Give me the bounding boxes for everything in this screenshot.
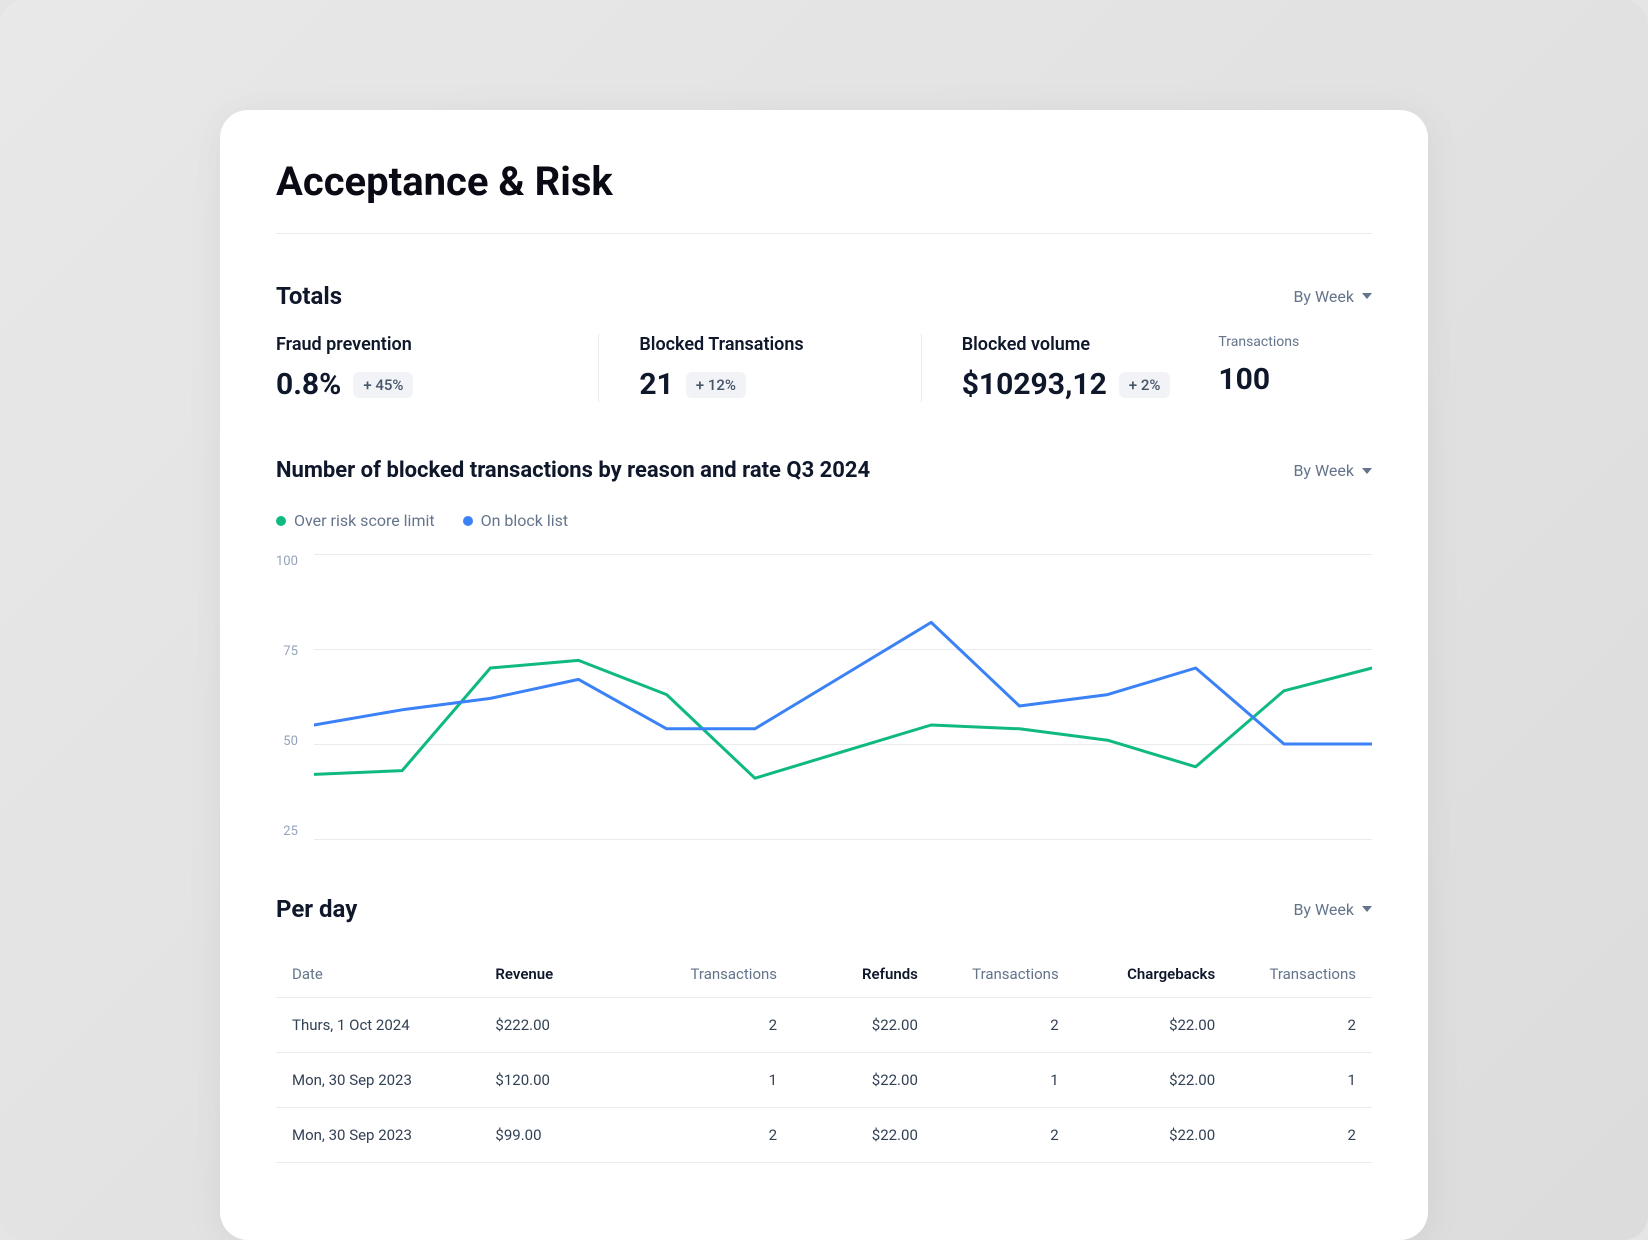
td-rev_tx: 1 <box>636 1071 777 1089</box>
th-cb-tx: Transactions <box>1215 965 1356 983</box>
th-rev-tx: Transactions <box>636 965 777 983</box>
stat-value: 100 <box>1218 362 1299 397</box>
chevron-down-icon <box>1362 906 1372 912</box>
td-chargebacks: $22.00 <box>1059 1016 1215 1034</box>
td-refunds: $22.00 <box>777 1071 918 1089</box>
chart-title: Number of blocked transactions by reason… <box>276 458 870 483</box>
per-day-title: Per day <box>276 895 357 923</box>
td-chargebacks: $22.00 <box>1059 1071 1215 1089</box>
totals-title: Totals <box>276 282 342 310</box>
chart-area <box>314 554 1372 839</box>
td-revenue: $222.00 <box>495 1016 636 1034</box>
stat-value: $10293,12 <box>962 367 1107 402</box>
td-date: Mon, 30 Sep 2023 <box>292 1071 495 1089</box>
stat-label: Blocked Transations <box>639 334 880 355</box>
y-tick: 100 <box>276 554 298 569</box>
th-date: Date <box>292 965 495 983</box>
stat-label: Blocked volume <box>962 334 1171 355</box>
y-axis: 100 75 50 25 <box>276 554 298 839</box>
table-header: Date Revenue Transactions Refunds Transa… <box>276 951 1372 998</box>
td-revenue: $99.00 <box>495 1126 636 1144</box>
dropdown-label: By Week <box>1293 461 1354 480</box>
td-rev_tx: 2 <box>636 1016 777 1034</box>
td-revenue: $120.00 <box>495 1071 636 1089</box>
per-day-table: Date Revenue Transactions Refunds Transa… <box>276 951 1372 1163</box>
td-ref_tx: 1 <box>918 1071 1059 1089</box>
totals-dropdown[interactable]: By Week <box>1293 287 1372 306</box>
td-date: Thurs, 1 Oct 2024 <box>292 1016 495 1034</box>
td-refunds: $22.00 <box>777 1016 918 1034</box>
stat-value: 0.8% <box>276 367 341 402</box>
legend-label: On block list <box>481 511 569 530</box>
transactions-stat: Transactions 100 <box>1218 334 1299 397</box>
chart-legend: Over risk score limit On block list <box>276 511 1372 530</box>
td-chargebacks: $22.00 <box>1059 1126 1215 1144</box>
legend-dot-icon <box>276 516 286 526</box>
table-row: Mon, 30 Sep 2023$120.001$22.001$22.001 <box>276 1053 1372 1108</box>
per-day-dropdown[interactable]: By Week <box>1293 900 1372 919</box>
th-revenue: Revenue <box>495 965 636 983</box>
stat-delta: + 45% <box>353 372 413 398</box>
table-row: Thurs, 1 Oct 2024$222.002$22.002$22.002 <box>276 998 1372 1053</box>
blocked-transactions-stat: Blocked Transations 21 + 12% <box>598 334 920 402</box>
chevron-down-icon <box>1362 293 1372 299</box>
blocked-volume-stat: Blocked volume $10293,12 + 2% Transactio… <box>921 334 1372 402</box>
stat-label: Fraud prevention <box>276 334 558 355</box>
page-title: Acceptance & Risk <box>276 158 1372 205</box>
line-chart <box>314 554 1372 839</box>
fraud-prevention-stat: Fraud prevention 0.8% + 45% <box>276 334 598 402</box>
chart-line-over-risk-score-limit <box>314 660 1372 778</box>
chevron-down-icon <box>1362 468 1372 474</box>
y-tick: 75 <box>276 644 298 659</box>
legend-item-over-risk: Over risk score limit <box>276 511 435 530</box>
dropdown-label: By Week <box>1293 287 1354 306</box>
stat-delta: + 12% <box>686 372 746 398</box>
th-chargebacks: Chargebacks <box>1059 965 1215 983</box>
dashboard-card: Acceptance & Risk Totals By Week Fraud p… <box>220 110 1428 1240</box>
totals-grid: Fraud prevention 0.8% + 45% Blocked Tran… <box>276 334 1372 402</box>
th-refunds: Refunds <box>777 965 918 983</box>
td-cb_tx: 2 <box>1215 1016 1356 1034</box>
table-row: Mon, 30 Sep 2023$99.002$22.002$22.002 <box>276 1108 1372 1163</box>
legend-dot-icon <box>463 516 473 526</box>
divider <box>276 233 1372 234</box>
td-rev_tx: 2 <box>636 1126 777 1144</box>
stat-value: 21 <box>639 367 673 402</box>
td-cb_tx: 1 <box>1215 1071 1356 1089</box>
chart-dropdown[interactable]: By Week <box>1293 461 1372 480</box>
legend-label: Over risk score limit <box>294 511 435 530</box>
th-ref-tx: Transactions <box>918 965 1059 983</box>
chart-section: Number of blocked transactions by reason… <box>276 458 1372 839</box>
td-cb_tx: 2 <box>1215 1126 1356 1144</box>
dropdown-label: By Week <box>1293 900 1354 919</box>
chart-line-on-block-list <box>314 622 1372 744</box>
td-refunds: $22.00 <box>777 1126 918 1144</box>
y-tick: 25 <box>276 824 298 839</box>
legend-item-on-block: On block list <box>463 511 569 530</box>
td-date: Mon, 30 Sep 2023 <box>292 1126 495 1144</box>
td-ref_tx: 2 <box>918 1126 1059 1144</box>
per-day-section: Per day By Week Date Revenue Transaction… <box>276 895 1372 1163</box>
stat-label: Transactions <box>1218 334 1299 350</box>
td-ref_tx: 2 <box>918 1016 1059 1034</box>
y-tick: 50 <box>276 734 298 749</box>
stat-delta: + 2% <box>1119 372 1171 398</box>
